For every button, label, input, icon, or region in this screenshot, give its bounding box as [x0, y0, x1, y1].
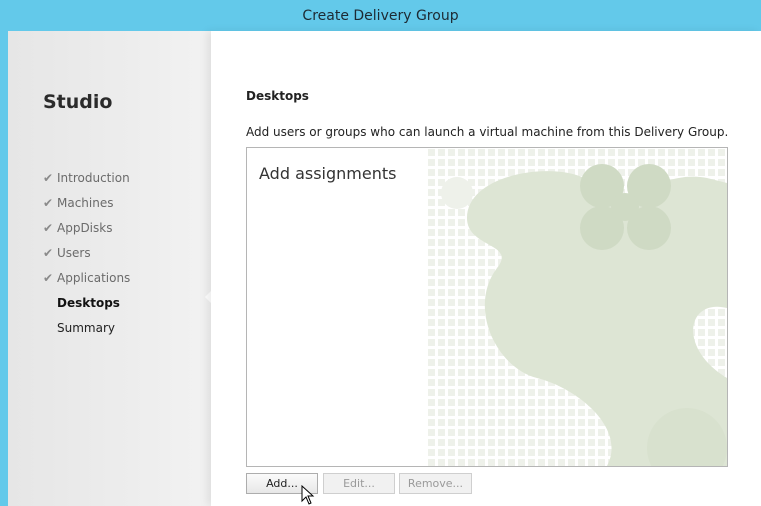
step-machines[interactable]: ✔ Machines	[43, 190, 130, 215]
step-desktops[interactable]: Desktops	[43, 290, 130, 315]
step-appdisks[interactable]: ✔ AppDisks	[43, 215, 130, 240]
step-label: AppDisks	[57, 220, 113, 235]
step-summary[interactable]: Summary	[43, 315, 130, 340]
checkmark-icon: ✔	[43, 170, 54, 185]
window-title: Create Delivery Group	[302, 7, 459, 24]
window-frame-left	[0, 31, 8, 506]
step-label: Introduction	[57, 170, 130, 185]
wizard-steps: ✔ Introduction ✔ Machines ✔ AppDisks ✔ U…	[43, 165, 130, 340]
sidebar-title: Studio	[43, 91, 113, 113]
mouse-pointer-icon	[301, 485, 315, 505]
wizard-sidebar: Studio ✔ Introduction ✔ Machines ✔ AppDi…	[8, 31, 211, 506]
step-label: Applications	[57, 270, 131, 285]
instruction-text: Add users or groups who can launch a vir…	[246, 125, 729, 139]
step-label: Machines	[57, 195, 114, 210]
page-heading: Desktops	[246, 89, 309, 103]
step-introduction[interactable]: ✔ Introduction	[43, 165, 130, 190]
watermark-graphic	[427, 148, 727, 466]
checkmark-icon: ✔	[43, 245, 54, 260]
checkmark-icon: ✔	[43, 220, 54, 235]
step-users[interactable]: ✔ Users	[43, 240, 130, 265]
step-label: Users	[57, 245, 91, 260]
wizard-content: Desktops Add users or groups who can lau…	[211, 31, 761, 506]
window-titlebar: Create Delivery Group	[0, 0, 761, 32]
panel-heading: Add assignments	[259, 164, 397, 183]
step-label: Desktops	[57, 295, 120, 310]
step-label: Summary	[57, 320, 115, 335]
assignments-panel[interactable]: Add assignments	[246, 147, 728, 467]
edit-button[interactable]: Edit...	[323, 473, 395, 494]
remove-button[interactable]: Remove...	[399, 473, 472, 494]
step-applications[interactable]: ✔ Applications	[43, 265, 130, 290]
checkmark-icon: ✔	[43, 270, 54, 285]
checkmark-icon: ✔	[43, 195, 54, 210]
